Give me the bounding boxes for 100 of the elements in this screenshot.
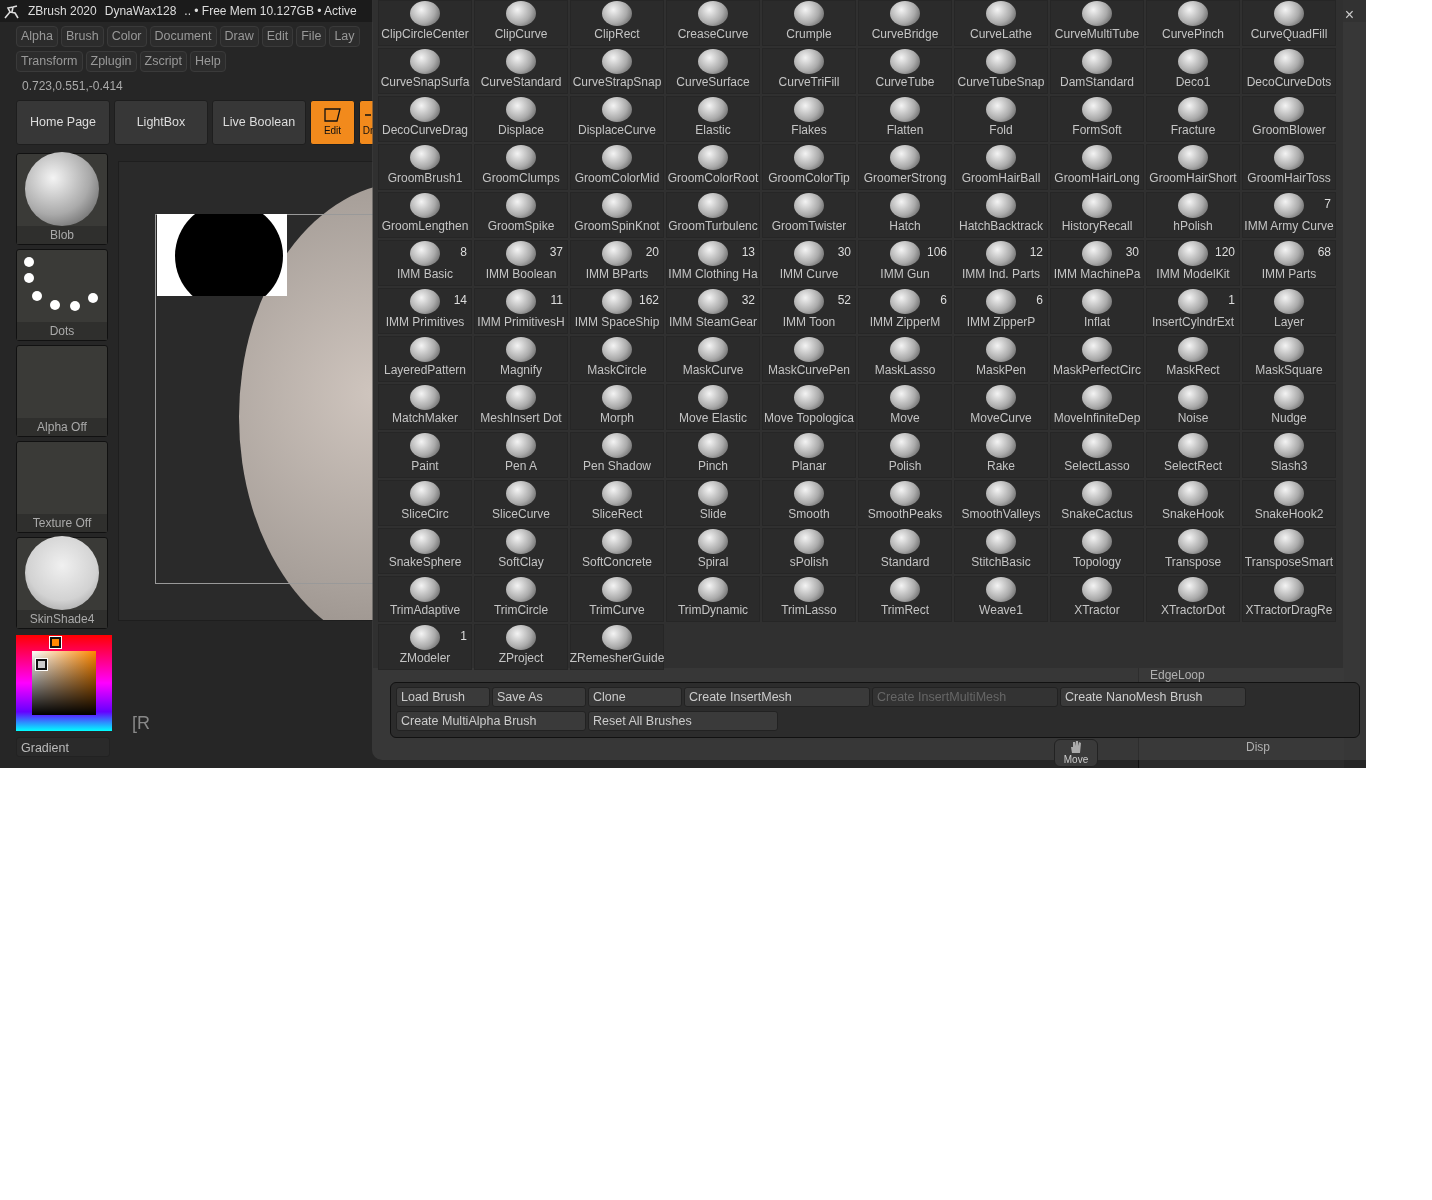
brush-item[interactable]: ZModeler 1 xyxy=(378,624,472,670)
brush-item[interactable]: DecoCurveDots xyxy=(1242,48,1336,94)
brush-item[interactable]: Layer xyxy=(1242,288,1336,334)
brush-item[interactable]: Move xyxy=(858,384,952,430)
brush-item[interactable]: GroomTwister xyxy=(762,192,856,238)
brush-item[interactable]: SliceCurve xyxy=(474,480,568,526)
tray-slot[interactable]: SkinShade4 xyxy=(16,537,108,629)
action-button[interactable]: Create NanoMesh Brush xyxy=(1060,687,1246,707)
brush-item[interactable]: GroomBlower xyxy=(1242,96,1336,142)
toolbar-button[interactable]: Edit xyxy=(310,100,355,145)
action-button[interactable]: Clone xyxy=(588,687,682,707)
brush-item[interactable]: GroomerStrong xyxy=(858,144,952,190)
brush-item[interactable]: GroomHairShort xyxy=(1146,144,1240,190)
action-button[interactable]: Create MultiAlpha Brush xyxy=(396,711,586,731)
brush-item[interactable]: TrimDynamic xyxy=(666,576,760,622)
brush-item[interactable]: IMM Toon 52 xyxy=(762,288,856,334)
menu-button[interactable]: Color xyxy=(106,26,147,47)
brush-item[interactable]: GroomSpinKnot xyxy=(570,192,664,238)
brush-item[interactable]: ClipRect xyxy=(570,0,664,46)
brush-item[interactable]: CurveMultiTube xyxy=(1050,0,1144,46)
menu-button[interactable]: Alpha xyxy=(16,26,58,47)
brush-item[interactable]: Spiral xyxy=(666,528,760,574)
brush-item[interactable]: Fracture xyxy=(1146,96,1240,142)
brush-item[interactable]: IMM SteamGear 32 xyxy=(666,288,760,334)
brush-item[interactable]: SnakeHook2 xyxy=(1242,480,1336,526)
brush-item[interactable]: GroomHairToss xyxy=(1242,144,1336,190)
brush-item[interactable]: Pen A xyxy=(474,432,568,478)
brush-item[interactable]: hPolish xyxy=(1146,192,1240,238)
brush-item[interactable]: CurveQuadFill xyxy=(1242,0,1336,46)
brush-item[interactable]: IMM Boolean 37 xyxy=(474,240,568,286)
brush-item[interactable]: Fold xyxy=(954,96,1048,142)
brush-item[interactable]: Standard xyxy=(858,528,952,574)
menu-button[interactable]: Edit xyxy=(261,26,294,47)
menu-button[interactable]: Brush xyxy=(61,26,104,47)
brush-item[interactable]: CreaseCurve xyxy=(666,0,760,46)
brush-item[interactable]: GroomClumps xyxy=(474,144,568,190)
brush-item[interactable]: Hatch xyxy=(858,192,952,238)
brush-item[interactable]: CurveSurface xyxy=(666,48,760,94)
brush-item[interactable]: GroomColorTip xyxy=(762,144,856,190)
brush-item[interactable]: CurveStrapSnap xyxy=(570,48,664,94)
brush-item[interactable]: HatchBacktrack xyxy=(954,192,1048,238)
brush-item[interactable]: Polish xyxy=(858,432,952,478)
brush-item[interactable]: XTractorDragRe xyxy=(1242,576,1336,622)
brush-item[interactable]: Slash3 xyxy=(1242,432,1336,478)
brush-item[interactable]: FormSoft xyxy=(1050,96,1144,142)
brush-item[interactable]: IMM Parts 68 xyxy=(1242,240,1336,286)
brush-item[interactable]: XTractor xyxy=(1050,576,1144,622)
brush-item[interactable]: Crumple xyxy=(762,0,856,46)
brush-item[interactable]: MeshInsert Dot xyxy=(474,384,568,430)
menu-button[interactable]: Lay xyxy=(329,26,360,47)
brush-item[interactable]: MaskPerfectCirc xyxy=(1050,336,1144,382)
brush-item[interactable]: Elastic xyxy=(666,96,760,142)
brush-item[interactable]: IMM ZipperM 6 xyxy=(858,288,952,334)
brush-item[interactable]: Planar xyxy=(762,432,856,478)
brush-item[interactable]: SoftConcrete xyxy=(570,528,664,574)
brush-item[interactable]: Weave1 xyxy=(954,576,1048,622)
brush-item[interactable]: IMM Primitives 14 xyxy=(378,288,472,334)
brush-item[interactable]: ClipCurve xyxy=(474,0,568,46)
brush-item[interactable]: Displace xyxy=(474,96,568,142)
brush-item[interactable]: HistoryRecall xyxy=(1050,192,1144,238)
brush-item[interactable]: Flakes xyxy=(762,96,856,142)
brush-item[interactable]: Transpose xyxy=(1146,528,1240,574)
brush-item[interactable]: TrimCurve xyxy=(570,576,664,622)
brush-item[interactable]: Topology xyxy=(1050,528,1144,574)
brush-item[interactable]: ZProject xyxy=(474,624,568,670)
brush-item[interactable]: InsertCylndrExt 1 xyxy=(1146,288,1240,334)
brush-item[interactable]: Rake xyxy=(954,432,1048,478)
brush-item[interactable]: MaskCurve xyxy=(666,336,760,382)
brush-item[interactable]: MaskRect xyxy=(1146,336,1240,382)
brush-item[interactable]: GroomHairLong xyxy=(1050,144,1144,190)
brush-item[interactable]: GroomTurbulenc xyxy=(666,192,760,238)
brush-item[interactable]: SnakeSphere xyxy=(378,528,472,574)
brush-item[interactable]: Inflat xyxy=(1050,288,1144,334)
brush-item[interactable]: IMM MachinePa 30 xyxy=(1050,240,1144,286)
brush-item[interactable]: StitchBasic xyxy=(954,528,1048,574)
brush-item[interactable]: Smooth xyxy=(762,480,856,526)
brush-item[interactable]: SliceCirc xyxy=(378,480,472,526)
menu-button[interactable]: File xyxy=(296,26,327,47)
brush-item[interactable]: GroomBrush1 xyxy=(378,144,472,190)
brush-item[interactable]: MaskLasso xyxy=(858,336,952,382)
brush-item[interactable]: ClipCircleCenter xyxy=(378,0,472,46)
brush-item[interactable]: CurveTube xyxy=(858,48,952,94)
menu-button[interactable]: Zplugin xyxy=(85,51,137,72)
brush-item[interactable]: CurvePinch xyxy=(1146,0,1240,46)
brush-item[interactable]: SmoothPeaks xyxy=(858,480,952,526)
brush-item[interactable]: MoveInfiniteDep xyxy=(1050,384,1144,430)
brush-item[interactable]: ZRemesherGuide xyxy=(570,624,664,670)
toolbar-button[interactable]: Live Boolean xyxy=(212,100,306,145)
brush-item[interactable]: Move Elastic xyxy=(666,384,760,430)
brush-item[interactable]: MaskPen xyxy=(954,336,1048,382)
brush-item[interactable]: TrimRect xyxy=(858,576,952,622)
brush-item[interactable]: DecoCurveDrag xyxy=(378,96,472,142)
brush-item[interactable]: Noise xyxy=(1146,384,1240,430)
brush-item[interactable]: IMM Basic 8 xyxy=(378,240,472,286)
action-button[interactable]: Create InsertMesh xyxy=(684,687,870,707)
brush-item[interactable]: Paint xyxy=(378,432,472,478)
brush-item[interactable]: LayeredPattern xyxy=(378,336,472,382)
brush-item[interactable]: SnakeHook xyxy=(1146,480,1240,526)
tray-slot[interactable]: Dots xyxy=(16,249,108,341)
brush-item[interactable]: Deco1 xyxy=(1146,48,1240,94)
